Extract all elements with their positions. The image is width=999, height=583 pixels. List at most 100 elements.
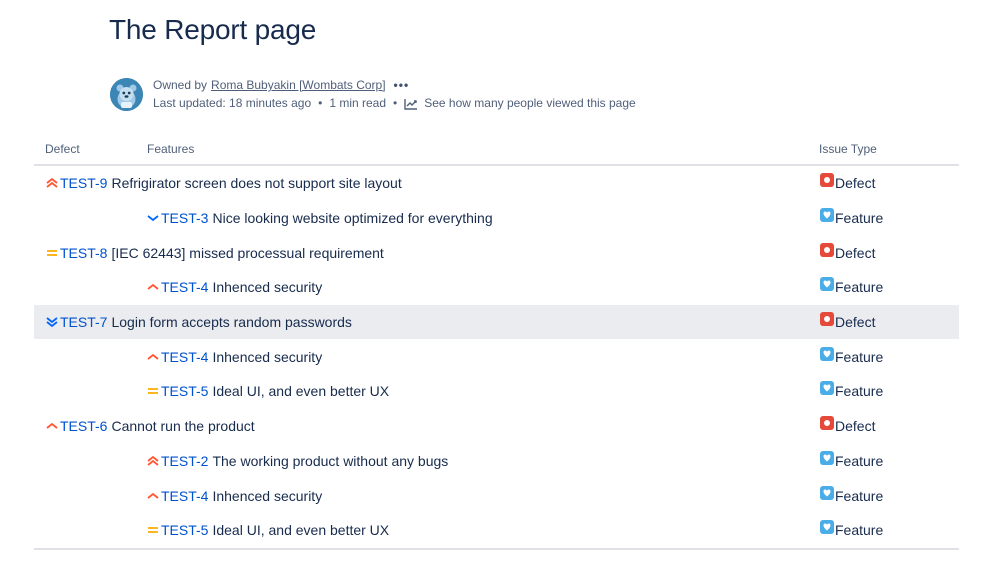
issue-cell: TEST-3 Nice looking website optimized for…: [146, 201, 493, 236]
issue-key-link[interactable]: TEST-7: [60, 314, 107, 330]
feature-type-icon: [820, 277, 834, 292]
issue-key-link[interactable]: TEST-2: [161, 453, 208, 469]
issue-type-label: Feature: [835, 383, 884, 400]
separator: •: [393, 96, 398, 110]
page-views-link[interactable]: See how many people viewed this page: [404, 94, 636, 113]
feature-type-icon: [820, 346, 834, 361]
defect-type-icon: [820, 242, 834, 257]
issue-type-cell: Defect: [820, 166, 875, 201]
more-actions-icon[interactable]: •••: [394, 77, 410, 94]
feature-row: TEST-2 The working product without any bu…: [34, 444, 959, 479]
issue-key-link[interactable]: TEST-5: [161, 383, 208, 399]
priority-low-icon: [146, 211, 160, 225]
report-table: Defect Features Issue Type TEST-9 Refrigi…: [34, 139, 959, 550]
issue-type-cell: Feature: [820, 270, 883, 305]
defect-type-icon: [820, 312, 834, 327]
issue-type-label: Defect: [835, 244, 876, 261]
priority-highest-icon: [45, 176, 59, 190]
feature-type-icon: [820, 381, 834, 396]
issue-type-cell: Feature: [820, 444, 883, 479]
feature-type-icon: [820, 520, 834, 535]
issue-summary: Inhenced security: [212, 279, 323, 296]
issue-type-cell: Feature: [820, 374, 883, 409]
feature-row: TEST-4 Inhenced security Feature: [34, 478, 959, 513]
issue-type-label: Feature: [835, 522, 884, 539]
owner-avatar[interactable]: [110, 78, 143, 111]
column-header-features[interactable]: Features: [147, 142, 194, 156]
issue-cell: TEST-5 Ideal UI, and even better UX: [146, 513, 389, 548]
table-header: Defect Features Issue Type: [34, 139, 959, 166]
issue-key-link[interactable]: TEST-3: [161, 210, 208, 226]
table-bottom-border: [34, 547, 959, 550]
priority-lowest-icon: [45, 315, 59, 329]
issue-type-label: Defect: [835, 418, 876, 435]
owner-link[interactable]: Roma Bubyakin [Wombats Corp]: [211, 77, 386, 94]
defect-row: TEST-9 Refrigirator screen does not suppo…: [34, 166, 959, 201]
issue-type-cell: Feature: [820, 478, 883, 513]
defect-row: TEST-7 Login form accepts random password…: [34, 304, 959, 340]
priority-medium-icon: [45, 246, 59, 260]
feature-row: TEST-5 Ideal UI, and even better UX Featur…: [34, 513, 959, 548]
issue-summary: Inhenced security: [212, 487, 323, 504]
defect-type-icon: [820, 173, 834, 188]
issue-type-cell: Defect: [820, 235, 875, 270]
issue-cell: TEST-4 Inhenced security: [146, 339, 322, 374]
feature-row: TEST-4 Inhenced security Feature: [34, 270, 959, 305]
column-header-defect[interactable]: Defect: [45, 142, 80, 156]
issue-summary: Inhenced security: [212, 348, 323, 365]
issue-summary: Ideal UI, and even better UX: [212, 383, 390, 400]
feature-type-icon: [820, 208, 834, 223]
issue-cell: TEST-4 Inhenced security: [146, 478, 322, 513]
defect-row: TEST-8 [IEC 62443] missed processual requ…: [34, 235, 959, 270]
issue-type-label: Defect: [835, 314, 876, 331]
issue-summary: Ideal UI, and even better UX: [212, 522, 390, 539]
issue-cell: TEST-4 Inhenced security: [146, 270, 322, 305]
issue-type-cell: Feature: [820, 201, 883, 236]
issue-type-label: Feature: [835, 210, 884, 227]
byline-text: Owned by Roma Bubyakin [Wombats Corp] ••…: [153, 77, 636, 113]
owned-by-label: Owned by: [153, 78, 208, 92]
feature-type-icon: [820, 450, 834, 465]
column-header-issue-type[interactable]: Issue Type: [819, 142, 877, 156]
issue-type-label: Feature: [835, 348, 884, 365]
issue-type-label: Feature: [835, 487, 884, 504]
analytics-chart-icon: [404, 98, 418, 110]
feature-row: TEST-5 Ideal UI, and even better UX Featur…: [34, 374, 959, 409]
issue-key-link[interactable]: TEST-4: [161, 279, 208, 295]
feature-row: TEST-4 Inhenced security Feature: [34, 339, 959, 374]
priority-high-icon: [146, 489, 160, 503]
issue-key-link[interactable]: TEST-5: [161, 522, 208, 538]
priority-high-icon: [45, 419, 59, 433]
priority-high-icon: [146, 350, 160, 364]
issue-type-label: Feature: [835, 279, 884, 296]
issue-summary: Login form accepts random passwords: [111, 314, 352, 331]
issue-key-link[interactable]: TEST-9: [60, 175, 107, 191]
priority-high-icon: [146, 280, 160, 294]
issue-key-link[interactable]: TEST-4: [161, 488, 208, 504]
issue-summary: Cannot run the product: [111, 418, 255, 435]
feature-type-icon: [820, 485, 834, 500]
page-title: The Report page: [109, 14, 317, 45]
issue-type-cell: Feature: [820, 339, 883, 374]
issue-type-label: Defect: [835, 175, 876, 192]
read-time: 1 min read: [329, 96, 387, 110]
defect-row: TEST-6 Cannot run the product Defect: [34, 409, 959, 444]
priority-medium-icon: [146, 523, 160, 537]
issue-cell: TEST-6 Cannot run the product: [45, 409, 255, 444]
issue-type-label: Feature: [835, 452, 884, 469]
issue-cell: TEST-9 Refrigirator screen does not suppo…: [45, 166, 402, 201]
issue-summary: [IEC 62443] missed processual requiremen…: [111, 244, 384, 261]
issue-key-link[interactable]: TEST-6: [60, 418, 107, 434]
issue-cell: TEST-2 The working product without any bu…: [146, 444, 448, 479]
issue-type-cell: Feature: [820, 513, 883, 548]
issue-summary: Nice looking website optimized for every…: [212, 210, 493, 227]
issue-cell: TEST-7 Login form accepts random password…: [45, 305, 352, 340]
table-body: TEST-9 Refrigirator screen does not suppo…: [34, 166, 959, 548]
issue-key-link[interactable]: TEST-4: [161, 349, 208, 365]
issue-type-cell: Defect: [820, 305, 875, 340]
issue-key-link[interactable]: TEST-8: [60, 245, 107, 261]
issue-cell: TEST-8 [IEC 62443] missed processual requ…: [45, 235, 384, 270]
issue-summary: The working product without any bugs: [212, 452, 449, 469]
priority-highest-icon: [146, 454, 160, 468]
last-updated: Last updated: 18 minutes ago: [153, 96, 312, 110]
